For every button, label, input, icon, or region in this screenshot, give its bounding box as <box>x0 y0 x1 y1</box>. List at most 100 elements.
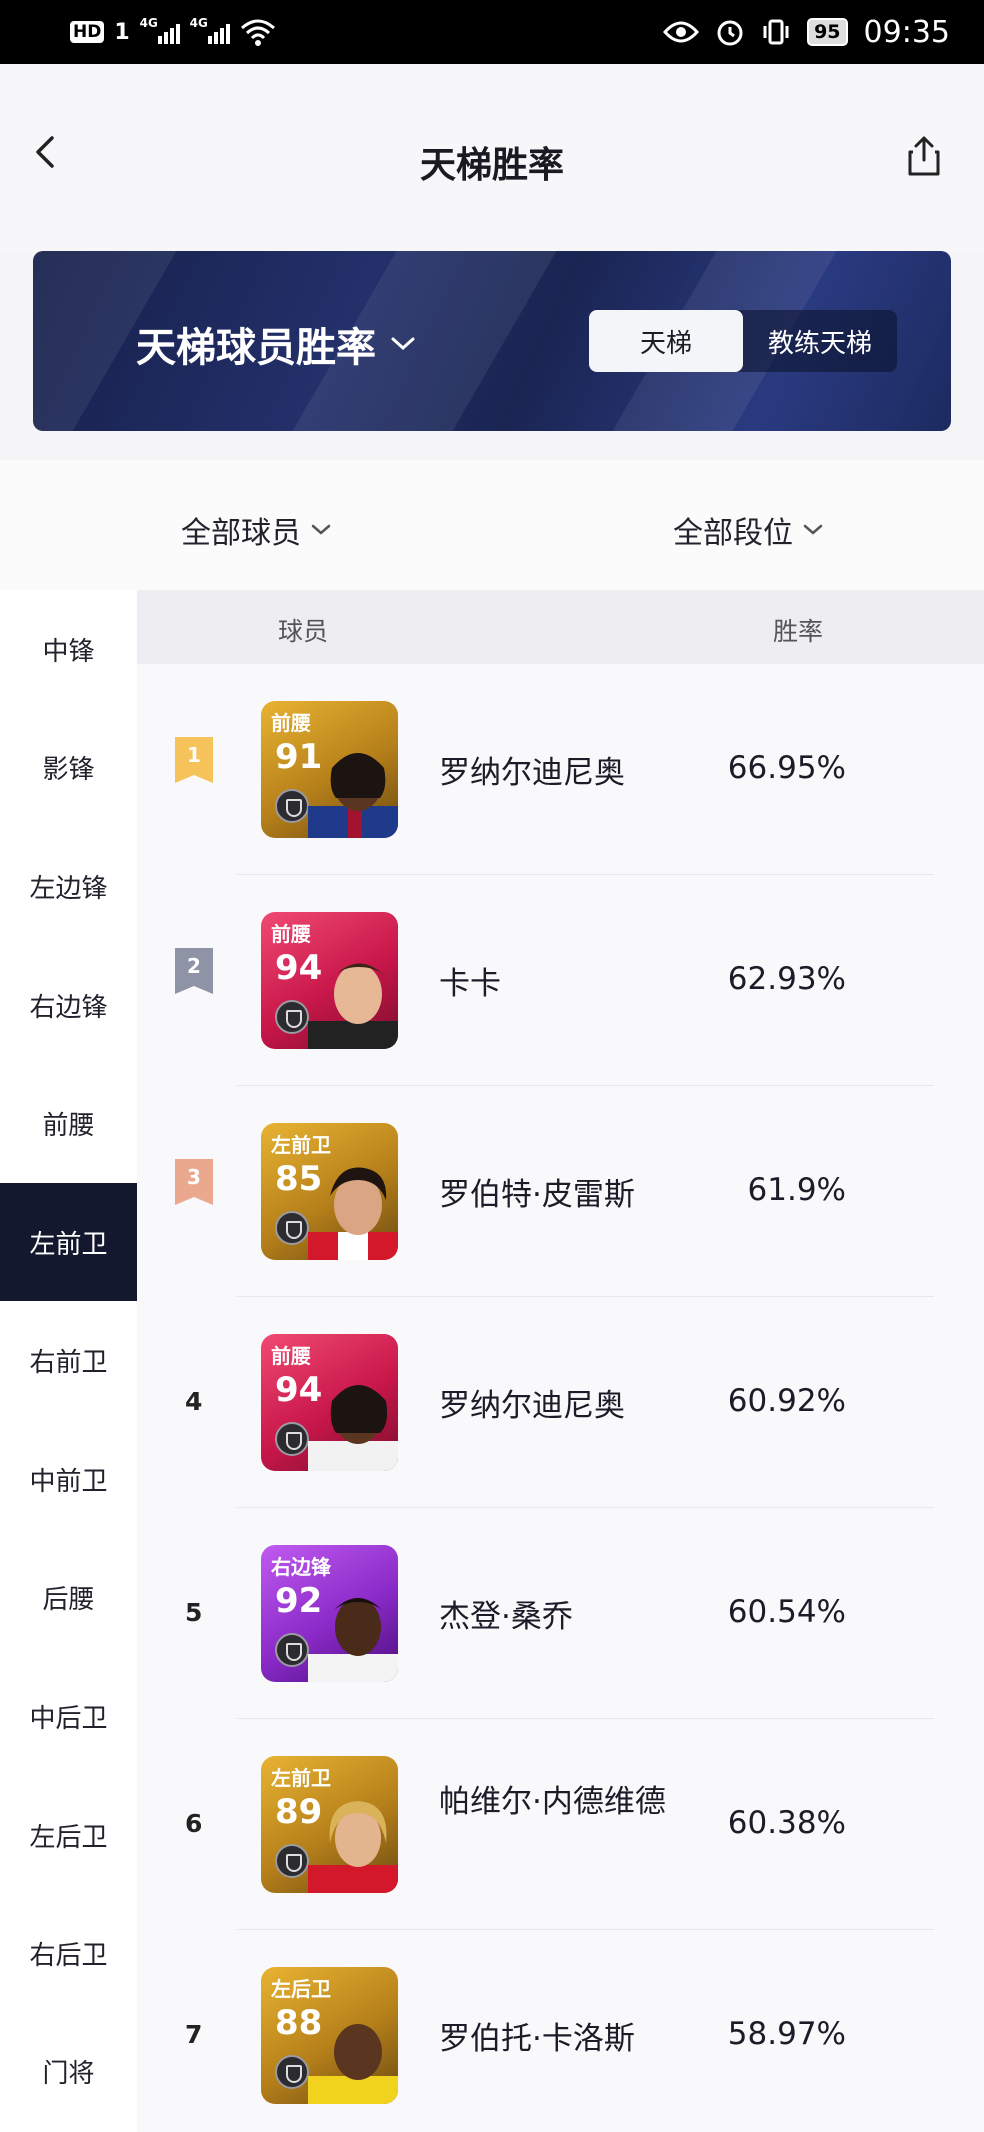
player-portrait <box>308 1598 398 1682</box>
rank-number: 2 <box>187 954 201 978</box>
club-badge-icon <box>275 1633 309 1667</box>
stat-type-dropdown[interactable]: 天梯球员胜率 <box>136 315 416 373</box>
player-portrait <box>308 963 398 1049</box>
rank-badge-silver: 2 <box>175 948 213 994</box>
player-card[interactable]: 左前卫 89 <box>261 1756 398 1893</box>
network-type-label: 4G <box>139 16 158 30</box>
sidebar-item-rwf[interactable]: 右边锋 <box>0 946 137 1064</box>
share-button[interactable] <box>904 134 944 178</box>
rank-number: 4 <box>185 1387 203 1416</box>
nav-bar: 天梯胜率 <box>0 64 984 254</box>
sidebar-item-amf[interactable]: 前腰 <box>0 1064 137 1182</box>
status-bar: HD 1 4G 4G 95 09:35 <box>0 0 984 64</box>
sidebar-item-cf[interactable]: 中锋 <box>0 590 137 708</box>
rank-number: 5 <box>185 1598 203 1627</box>
table-row[interactable]: 2 前腰 94 卡卡 62.93% <box>137 875 984 1086</box>
column-header-player: 球员 <box>278 617 329 646</box>
player-card[interactable]: 前腰 94 <box>261 1334 398 1471</box>
player-name: 罗伯托·卡洛斯 <box>439 2021 635 2057</box>
sidebar-item-rb[interactable]: 右后卫 <box>0 1894 137 2012</box>
player-name: 罗伯特·皮雷斯 <box>439 1177 635 1213</box>
card-position: 前腰 <box>271 922 311 946</box>
signal-icon: 4G <box>140 16 180 44</box>
club-badge-icon <box>275 1000 309 1034</box>
status-right: 95 09:35 <box>663 12 950 52</box>
club-badge-icon <box>275 1844 309 1878</box>
player-portrait <box>308 1385 398 1471</box>
player-card[interactable]: 左后卫 88 <box>261 1967 398 2104</box>
club-badge-icon <box>275 1422 309 1456</box>
player-portrait <box>308 1167 398 1260</box>
rank-number: 6 <box>185 1809 203 1838</box>
chevron-down-icon <box>311 524 331 535</box>
table-row[interactable]: 1 前腰 91 罗纳尔迪尼奥 66.95% <box>137 664 984 875</box>
signal-icon-2: 4G <box>190 16 230 44</box>
header-banner: 天梯球员胜率 天梯 教练天梯 <box>33 251 951 431</box>
table-header: 球员 胜率 <box>137 590 984 664</box>
mode-segmented-control: 天梯 教练天梯 <box>589 310 897 372</box>
club-badge-icon <box>275 1211 309 1245</box>
sidebar-item-gk[interactable]: 门将 <box>0 2012 137 2130</box>
table-row[interactable]: 3 左前卫 85 罗伯特·皮雷斯 61.9% <box>137 1086 984 1297</box>
rank-number: 7 <box>185 2020 203 2049</box>
club-badge-icon <box>275 789 309 823</box>
player-name: 罗纳尔迪尼奥 <box>439 755 625 791</box>
card-position: 前腰 <box>271 711 311 735</box>
sidebar-item-lb[interactable]: 左后卫 <box>0 1776 137 1894</box>
player-card[interactable]: 前腰 91 <box>261 701 398 838</box>
page-title: 天梯胜率 <box>419 145 564 186</box>
table-row[interactable]: 4 前腰 94 罗纳尔迪尼奥 60.92% <box>137 1297 984 1508</box>
network-type-label-2: 4G <box>189 16 208 30</box>
win-rate-value: 62.93% <box>727 961 846 997</box>
sidebar-item-cmf[interactable]: 中前卫 <box>0 1420 137 1538</box>
alarm-icon <box>717 20 743 46</box>
win-rate-table: 球员 胜率 1 前腰 91 罗纳尔迪尼奥 66.95% 2 前腰 94 卡卡 6… <box>137 590 984 2132</box>
player-card[interactable]: 前腰 94 <box>261 912 398 1049</box>
card-position: 前腰 <box>271 1344 311 1368</box>
player-portrait <box>308 2024 398 2104</box>
player-filter-label: 全部球员 <box>181 516 301 551</box>
status-left: HD 1 4G 4G <box>70 14 276 50</box>
player-name: 杰登·桑乔 <box>439 1599 573 1635</box>
player-portrait <box>308 753 398 838</box>
player-card[interactable]: 左前卫 85 <box>261 1123 398 1260</box>
player-name: 罗纳尔迪尼奥 <box>439 1388 625 1424</box>
club-badge-icon <box>275 2055 309 2089</box>
win-rate-value: 58.97% <box>727 2016 846 2052</box>
sidebar-item-lmf[interactable]: 左前卫 <box>0 1183 137 1301</box>
tab-ladder[interactable]: 天梯 <box>589 310 743 372</box>
sidebar-item-lwf[interactable]: 左边锋 <box>0 827 137 945</box>
table-row[interactable]: 7 左后卫 88 罗伯托·卡洛斯 58.97% <box>137 1930 984 2132</box>
rank-number: 1 <box>187 743 201 767</box>
tier-filter-dropdown[interactable]: 全部段位 <box>673 508 823 552</box>
player-card[interactable]: 右边锋 92 <box>261 1545 398 1682</box>
win-rate-value: 66.95% <box>727 750 846 786</box>
rank-badge-gold: 1 <box>175 737 213 783</box>
hd-indicator: HD <box>70 21 105 43</box>
tier-filter-label: 全部段位 <box>673 516 793 551</box>
player-portrait <box>308 1801 398 1893</box>
sim-indicator: 1 <box>114 19 130 45</box>
filter-bar: 全部球员 全部段位 <box>0 460 984 590</box>
win-rate-value: 60.38% <box>727 1805 846 1841</box>
tab-coach-ladder[interactable]: 教练天梯 <box>743 310 897 372</box>
vibrate-icon <box>763 19 789 45</box>
column-header-win-rate[interactable]: 胜率 <box>773 612 823 648</box>
sidebar-item-cb[interactable]: 中后卫 <box>0 1657 137 1775</box>
clock: 09:35 <box>863 14 950 50</box>
table-row[interactable]: 5 右边锋 92 杰登·桑乔 60.54% <box>137 1508 984 1719</box>
rank-number: 3 <box>187 1165 201 1189</box>
sidebar-item-ss[interactable]: 影锋 <box>0 708 137 826</box>
rank-badge-bronze: 3 <box>175 1159 213 1205</box>
sidebar-item-dmf[interactable]: 后腰 <box>0 1538 137 1656</box>
table-row[interactable]: 6 左前卫 89 帕维尔·内德维德 60.38% <box>137 1719 984 1930</box>
wifi-icon <box>240 19 275 46</box>
sidebar-item-rmf[interactable]: 右前卫 <box>0 1301 137 1419</box>
win-rate-value: 60.54% <box>727 1594 846 1630</box>
player-name: 卡卡 <box>439 966 501 1002</box>
battery-indicator: 95 <box>807 18 848 46</box>
chevron-down-icon <box>391 337 415 351</box>
player-filter-dropdown[interactable]: 全部球员 <box>181 508 331 552</box>
banner-title: 天梯球员胜率 <box>136 325 376 371</box>
chevron-down-icon <box>803 524 823 535</box>
